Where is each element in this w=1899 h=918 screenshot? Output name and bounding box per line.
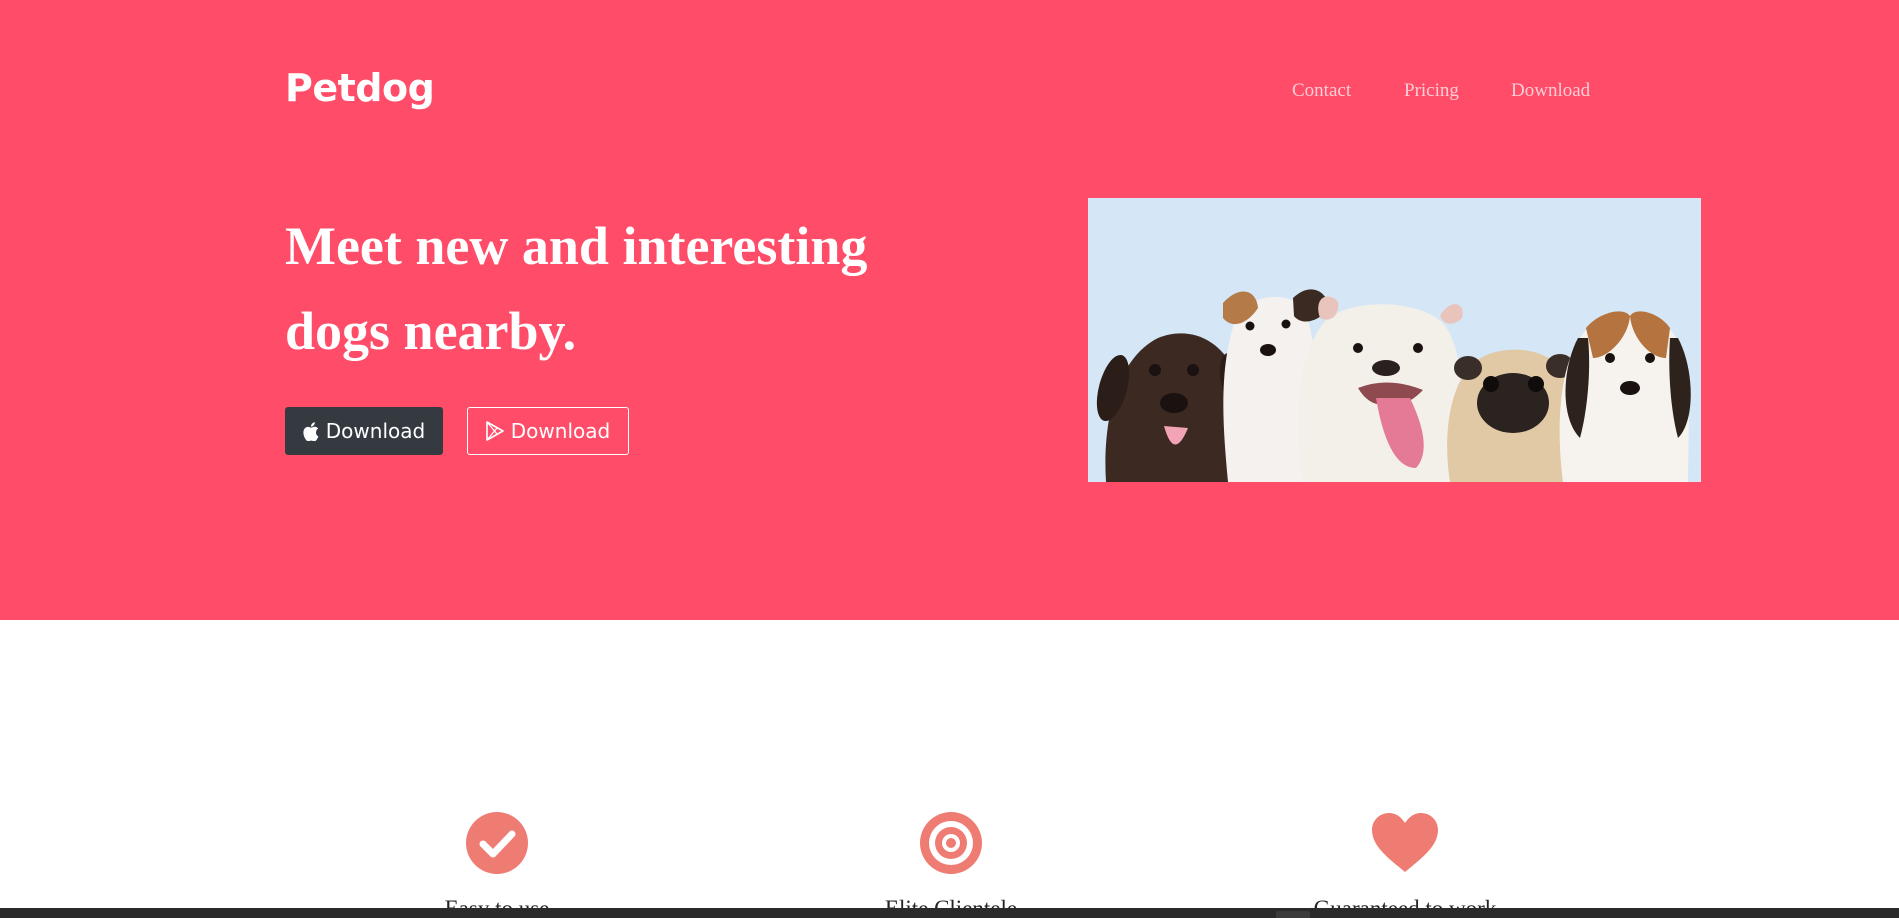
- google-play-download-label: Download: [510, 419, 611, 443]
- hero-headline-line-2: dogs nearby.: [285, 301, 577, 361]
- nav-link-pricing[interactable]: Pricing: [1404, 80, 1459, 102]
- hero-puppies-image: [1088, 198, 1701, 482]
- hero-headline: Meet new and interesting dogs nearby.: [285, 204, 925, 374]
- google-play-download-button[interactable]: Download: [467, 407, 629, 455]
- app-store-download-label: Download: [325, 419, 426, 443]
- window-bottom-bar: [0, 908, 1899, 918]
- nav-link-contact[interactable]: Contact: [1292, 80, 1351, 102]
- app-store-download-button[interactable]: Download: [285, 407, 443, 455]
- apple-icon: [303, 421, 319, 441]
- bullseye-icon: [920, 812, 982, 878]
- nav-link-download[interactable]: Download: [1511, 80, 1590, 102]
- heart-icon: [1370, 812, 1440, 878]
- bulldog-puppy: [1298, 296, 1463, 482]
- bottom-bar-tab[interactable]: [1276, 911, 1310, 918]
- pug-puppy: [1447, 349, 1576, 482]
- google-play-icon: [485, 421, 504, 441]
- brand-logo[interactable]: Petdog: [285, 66, 435, 110]
- hero-section: Petdog Contact Pricing Download Meet new…: [0, 0, 1899, 620]
- hero-headline-line-1: Meet new and interesting: [285, 216, 868, 276]
- check-circle-icon: [466, 812, 528, 878]
